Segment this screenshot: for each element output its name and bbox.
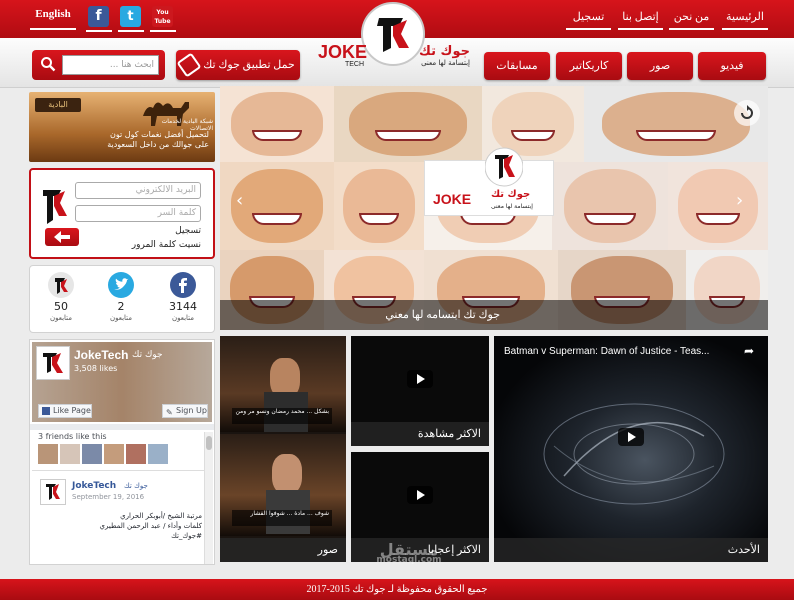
search-input[interactable]: ابحث هنا ... bbox=[62, 55, 159, 75]
facebook-page-widget: JokeTech جوك تك 3,508 likes Like Page ✎ … bbox=[29, 339, 215, 565]
facebook-icon[interactable]: f bbox=[88, 6, 109, 27]
facebook-underline bbox=[86, 30, 112, 32]
facebook-page-avatar[interactable] bbox=[36, 346, 70, 380]
facebook-circle-icon[interactable] bbox=[170, 272, 196, 298]
ad-text: لتحميل أفضل نغمات كول تون على جوالك من د… bbox=[107, 130, 209, 149]
post-date[interactable]: September 19, 2016 bbox=[72, 493, 144, 501]
joke-tech-label: متابعون bbox=[49, 314, 73, 322]
language-link[interactable]: English bbox=[30, 8, 76, 30]
play-icon[interactable] bbox=[618, 428, 644, 446]
scrollbar-thumb[interactable] bbox=[206, 436, 212, 450]
register-link[interactable]: تسجيل bbox=[131, 226, 201, 236]
friend-avatar[interactable] bbox=[126, 444, 146, 464]
nav-register[interactable]: تسجيل bbox=[566, 8, 611, 30]
post-author-ar: جوك تك bbox=[124, 482, 148, 490]
video-thumbnail-art bbox=[543, 403, 725, 505]
friend-avatar[interactable] bbox=[38, 444, 58, 464]
twitter-icon[interactable]: t bbox=[120, 6, 141, 27]
friend-avatar[interactable] bbox=[104, 444, 124, 464]
nav-photos[interactable]: صور bbox=[627, 52, 693, 80]
footer-copyright: جميع الحقوق محفوظة لـ جوك تك 2015-2017 bbox=[0, 579, 794, 600]
facebook-count: 3144 bbox=[169, 300, 197, 313]
password-field[interactable]: كلمة السر bbox=[75, 205, 201, 222]
login-panel: البريد الالكتروني كلمة السر تسجيل نسيت ك… bbox=[29, 168, 215, 259]
watermark: مستقل mostaql.com bbox=[376, 540, 442, 565]
nav-videos[interactable]: فيديو bbox=[698, 52, 766, 80]
nav-home[interactable]: الرئيسية bbox=[722, 8, 768, 30]
facebook-likes: 3,508 likes bbox=[74, 364, 118, 373]
featured-slider[interactable]: JOKE جوك تك إبتسامة لها معنى ‹ › bbox=[220, 86, 768, 330]
latest-label: الأحدث bbox=[494, 538, 768, 562]
featured-caption[interactable]: جوك تك ابتسامه لها معني bbox=[220, 300, 768, 330]
twitter-label: متابعون bbox=[109, 314, 133, 322]
photo-thumb[interactable]: شوف ... مادة ... شوفوا الفشار bbox=[220, 434, 346, 536]
ad-sub: شبكة البادية لخدمات الاتصالات bbox=[161, 118, 213, 132]
slider-prev-icon[interactable]: ‹ bbox=[236, 190, 250, 212]
friend-avatar[interactable] bbox=[82, 444, 102, 464]
nav-contests[interactable]: مسابقات bbox=[484, 52, 550, 80]
share-icon[interactable]: ➦ bbox=[744, 344, 754, 358]
refresh-icon bbox=[741, 105, 753, 119]
nav-caricature[interactable]: كاريكاتير bbox=[556, 52, 622, 80]
facebook-page-name-ar: جوك تك bbox=[132, 350, 163, 360]
sign-up-button[interactable]: ✎ Sign Up bbox=[162, 404, 208, 418]
latest-video-tile[interactable]: Batman v Superman: Dawn of Justice - Tea… bbox=[494, 336, 768, 562]
slider-next-icon[interactable]: › bbox=[736, 190, 750, 212]
youtube-underline bbox=[150, 30, 176, 32]
photos-tile[interactable]: بشكل ... محمد رمضان ونسو مر ومن شوف ... … bbox=[220, 336, 346, 562]
logo-arabic: جوك تك إبتسامة لها معنى bbox=[419, 44, 470, 67]
photo-caption-2: شوف ... مادة ... شوفوا الفشار bbox=[232, 510, 332, 526]
twitter-count: 2 bbox=[117, 300, 125, 313]
phone-icon bbox=[176, 52, 202, 78]
post-avatar[interactable] bbox=[40, 479, 66, 505]
facebook-cover[interactable]: JokeTech جوك تك 3,508 likes Like Page ✎ … bbox=[32, 342, 212, 422]
facebook-post: JokeTech جوك تك September 19, 2016 مرتبة… bbox=[32, 470, 204, 564]
download-app-button[interactable]: حمل تطبيق جوك تك bbox=[176, 50, 300, 80]
friend-avatar[interactable] bbox=[148, 444, 168, 464]
arrow-left-icon bbox=[54, 231, 70, 243]
photo-caption-1: بشكل ... محمد رمضان ونسو مر ومن bbox=[232, 408, 332, 424]
post-author[interactable]: JokeTech bbox=[72, 481, 116, 491]
photos-label: صور bbox=[220, 538, 346, 562]
facebook-page-name[interactable]: JokeTech bbox=[74, 348, 128, 362]
joke-tech-count: 50 bbox=[54, 300, 68, 313]
social-stats-panel: 3144 متابعون 2 متابعون 50 متابعون bbox=[29, 265, 215, 333]
facebook-small-icon bbox=[42, 407, 50, 415]
play-icon[interactable] bbox=[407, 486, 433, 504]
like-page-button[interactable]: Like Page bbox=[38, 404, 92, 418]
most-watched-tile[interactable]: الاكثر مشاهدة bbox=[351, 336, 489, 446]
friends-like-text: 3 friends like this bbox=[38, 432, 107, 441]
friend-avatar[interactable] bbox=[60, 444, 80, 464]
search-icon[interactable] bbox=[40, 56, 56, 72]
email-field[interactable]: البريد الالكتروني bbox=[75, 182, 201, 199]
nav-about[interactable]: من نحن bbox=[669, 8, 714, 30]
logo-english: JOKE TECH bbox=[318, 42, 368, 68]
youtube-video-title[interactable]: Batman v Superman: Dawn of Justice - Tea… bbox=[504, 346, 744, 357]
slider-pause-button[interactable] bbox=[734, 100, 760, 126]
pencil-icon: ✎ bbox=[166, 408, 173, 417]
joke-tech-circle-icon[interactable] bbox=[48, 272, 74, 298]
most-watched-label: الاكثر مشاهدة bbox=[351, 422, 489, 446]
login-button[interactable] bbox=[45, 228, 79, 246]
nav-contact[interactable]: إتصل بنا bbox=[618, 8, 663, 30]
facebook-label: متابعون bbox=[171, 314, 195, 322]
widget-scrollbar[interactable] bbox=[204, 432, 213, 564]
forgot-password-link[interactable]: نسيت كلمة المرور bbox=[111, 240, 201, 250]
youtube-icon[interactable]: You Tube bbox=[152, 6, 173, 27]
widget-divider bbox=[30, 424, 214, 430]
download-app-label: حمل تطبيق جوك تك bbox=[203, 59, 295, 71]
play-icon[interactable] bbox=[407, 370, 433, 388]
joke-tech-logo-icon bbox=[43, 190, 67, 224]
collage-logo-tile: JOKE جوك تك إبتسامة لها معنى bbox=[424, 147, 554, 216]
ad-banner[interactable]: البادية لتحميل أفضل نغمات كول تون على جو… bbox=[29, 92, 215, 162]
friend-avatars bbox=[38, 444, 178, 466]
ad-brand: البادية bbox=[35, 98, 81, 112]
post-text: مرتبة الشيخ /أبوبكر الحراري كلمات وأداء … bbox=[99, 512, 202, 540]
photo-thumb[interactable]: بشكل ... محمد رمضان ونسو مر ومن bbox=[220, 336, 346, 432]
twitter-underline bbox=[118, 30, 144, 32]
collage-logo-icon bbox=[485, 147, 523, 187]
twitter-circle-icon[interactable] bbox=[108, 272, 134, 298]
